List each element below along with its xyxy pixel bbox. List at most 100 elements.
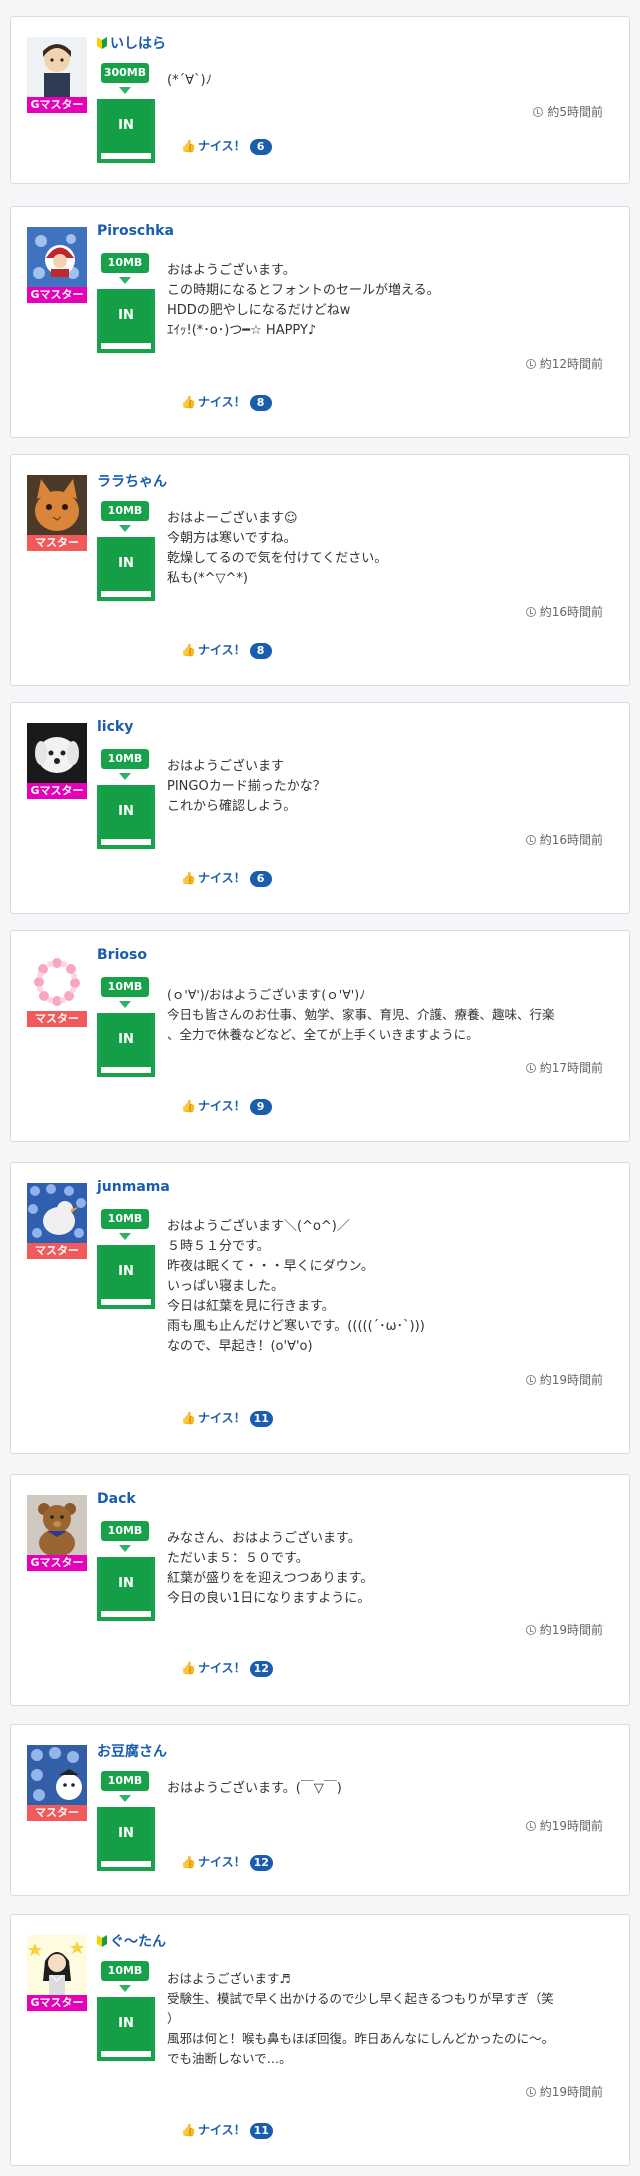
user-name[interactable]: junmama (97, 1179, 170, 1195)
beginner-mark-icon (97, 37, 107, 49)
avatar[interactable] (27, 475, 87, 535)
in-box: IN (97, 99, 155, 163)
user-name[interactable]: いしはら (97, 33, 166, 53)
user-name[interactable]: Dack (97, 1491, 136, 1507)
post-card: Gマスター licky 10MB IN おはようございます PINGOカード揃った… (10, 702, 630, 914)
in-label: IN (101, 289, 151, 343)
avatar[interactable] (27, 951, 87, 1011)
in-label: IN (101, 1997, 151, 2051)
in-box: IN (97, 1807, 155, 1871)
nice-button[interactable]: 👍 ナイス！ 12 (181, 1853, 273, 1871)
timestamp: 約19時間前 (525, 1621, 603, 1638)
rank-badge: Gマスター (27, 287, 87, 303)
rank-badge: Gマスター (27, 1995, 87, 2011)
nice-button[interactable]: 👍 ナイス！ 12 (181, 1659, 273, 1677)
nice-count: 11 (249, 2123, 273, 2139)
in-box: IN (97, 1997, 155, 2061)
avatar[interactable] (27, 1935, 87, 1995)
clock-icon (525, 1821, 536, 1831)
thumbs-up-icon: 👍 (181, 871, 196, 885)
nice-count: 9 (249, 1099, 272, 1115)
timestamp: 約16時間前 (525, 831, 603, 848)
data-capacity-badge: 10MB (101, 1771, 149, 1791)
message-text: おはようございます。(￣▽￣) (167, 1781, 342, 1796)
data-capacity-badge: 10MB (101, 1209, 149, 1229)
avatar[interactable] (27, 723, 87, 783)
data-capacity-badge: 10MB (101, 977, 149, 997)
arrow-down-icon (119, 1545, 131, 1552)
data-capacity-badge: 10MB (101, 1521, 149, 1541)
nice-button[interactable]: 👍 ナイス！ 9 (181, 1097, 272, 1115)
in-label: IN (101, 785, 151, 839)
rank-badge: Gマスター (27, 97, 87, 113)
message-text: (ｏ'∀')/おはようございます(ｏ'∀')ﾉ 今日も皆さんのお仕事、勉学、家事、… (167, 987, 555, 1042)
in-label: IN (101, 1013, 151, 1067)
timestamp: 約16時間前 (525, 603, 603, 620)
user-name[interactable]: ララちゃん (97, 471, 167, 491)
user-name[interactable]: ぐ～たん (97, 1931, 166, 1951)
data-capacity-badge: 10MB (101, 501, 149, 521)
avatar[interactable] (27, 37, 87, 97)
arrow-down-icon (119, 1985, 131, 1992)
thumbs-up-icon: 👍 (181, 1411, 196, 1425)
post-card: Gマスター ぐ～たん 10MB IN おはようございます♬ 受験生、模試で早く出か… (10, 1914, 630, 2166)
message-text: みなさん、おはようございます。 ただいま５：５０です。 紅葉が盛りをを迎えつつありま… (167, 1531, 374, 1606)
timestamp: 約17時間前 (525, 1059, 603, 1076)
arrow-down-icon (119, 1001, 131, 1008)
nice-count: 6 (249, 871, 272, 887)
clock-icon (533, 107, 544, 117)
in-box: IN (97, 1013, 155, 1077)
rank-badge: マスター (27, 535, 87, 551)
user-name[interactable]: お豆腐さん (97, 1741, 167, 1761)
thumbs-up-icon: 👍 (181, 139, 196, 153)
avatar[interactable] (27, 1495, 87, 1555)
rank-badge: マスター (27, 1243, 87, 1259)
data-capacity-badge: 10MB (101, 749, 149, 769)
nice-count: 8 (249, 395, 272, 411)
clock-icon (525, 1063, 536, 1073)
nice-count: 12 (249, 1661, 273, 1677)
timestamp: 約12時間前 (525, 355, 603, 372)
in-label: IN (101, 1557, 151, 1611)
thumbs-up-icon: 👍 (181, 1855, 196, 1869)
nice-button[interactable]: 👍 ナイス！ 11 (181, 1409, 273, 1427)
in-box: IN (97, 289, 155, 353)
nice-button[interactable]: 👍 ナイス！ 6 (181, 137, 272, 155)
avatar[interactable] (27, 1745, 87, 1805)
arrow-down-icon (119, 773, 131, 780)
timestamp: 約19時間前 (525, 2083, 603, 2100)
nice-button[interactable]: 👍 ナイス！ 8 (181, 393, 272, 411)
clock-icon (525, 835, 536, 845)
clock-icon (525, 1625, 536, 1635)
clock-icon (525, 1375, 536, 1385)
avatar[interactable] (27, 1183, 87, 1243)
beginner-mark-icon (97, 1935, 107, 1947)
rank-badge: Gマスター (27, 1555, 87, 1571)
thumbs-up-icon: 👍 (181, 643, 196, 657)
rank-badge: Gマスター (27, 783, 87, 799)
timestamp: 約19時間前 (525, 1371, 603, 1388)
thumbs-up-icon: 👍 (181, 395, 196, 409)
nice-button[interactable]: 👍 ナイス！ 8 (181, 641, 272, 659)
data-capacity-badge: 10MB (101, 253, 149, 273)
message-text: おはようございます♬ 受験生、模試で早く出かけるので少し早く起きるつもりが早すぎ（… (167, 1971, 555, 2066)
nice-button[interactable]: 👍 ナイス！ 6 (181, 869, 272, 887)
nice-count: 11 (249, 1411, 273, 1427)
arrow-down-icon (119, 87, 131, 94)
avatar[interactable] (27, 227, 87, 287)
message-text: おはよーございます☺ 今朝方は寒いですね。 乾燥してるので気を付けてください。 私も(… (167, 511, 388, 586)
in-label: IN (101, 99, 151, 153)
nice-button[interactable]: 👍 ナイス！ 11 (181, 2121, 273, 2139)
in-box: IN (97, 537, 155, 601)
in-box: IN (97, 785, 155, 849)
message-text: おはようございます。 この時期になるとフォントのセールが増える。 HDDの肥やしにな… (167, 263, 440, 338)
arrow-down-icon (119, 1233, 131, 1240)
user-name[interactable]: Piroschka (97, 223, 174, 239)
user-name[interactable]: licky (97, 719, 133, 735)
post-card: Gマスター いしはら 300MB IN (*´∀`)ﾉ 約5時間前 👍 ナイス！ 6 (10, 16, 630, 184)
arrow-down-icon (119, 525, 131, 532)
message-text: (*´∀`)ﾉ (167, 73, 213, 88)
data-capacity-badge: 300MB (101, 63, 149, 83)
in-label: IN (101, 1807, 151, 1861)
user-name[interactable]: Brioso (97, 947, 147, 963)
